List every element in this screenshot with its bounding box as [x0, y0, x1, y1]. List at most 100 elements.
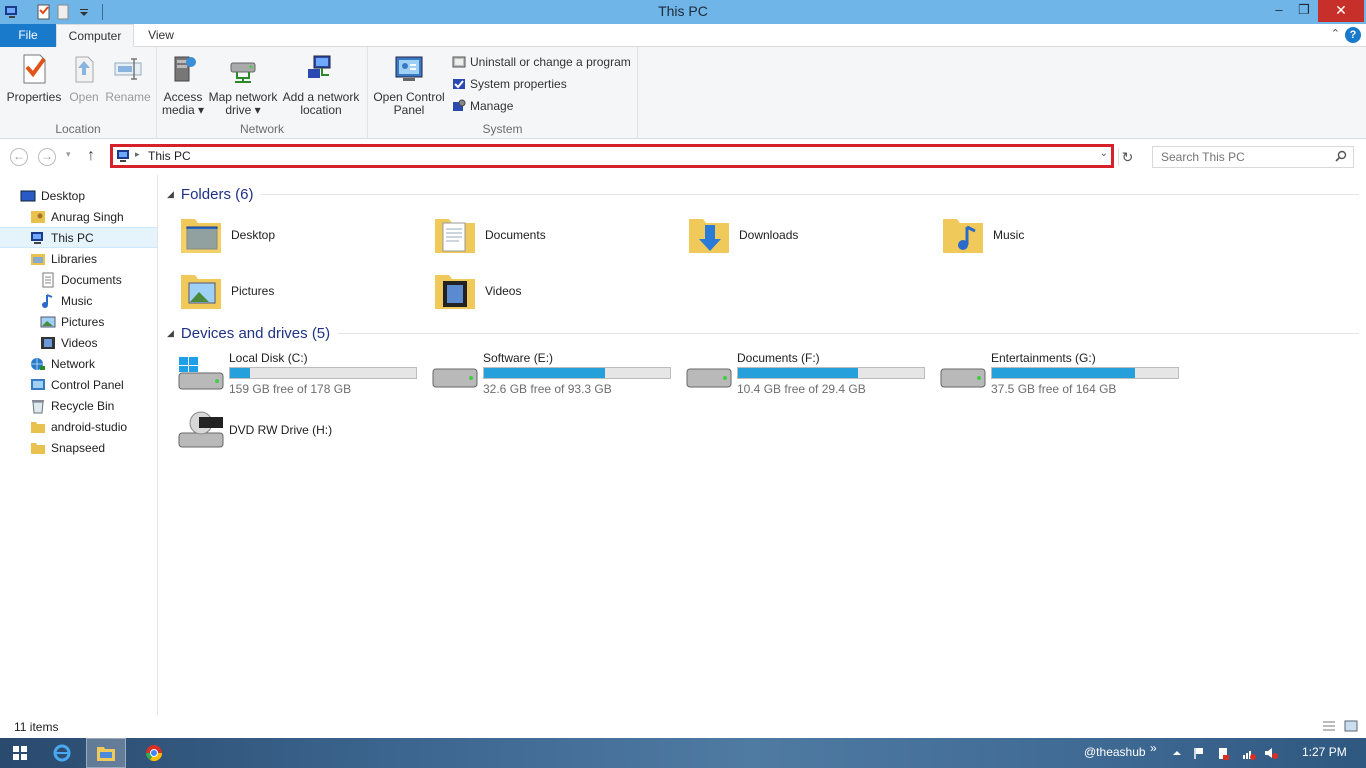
- desktop-icon: [20, 190, 36, 201]
- up-button[interactable]: ↑: [87, 147, 103, 165]
- rename-icon: [114, 58, 142, 80]
- open-control-panel-button[interactable]: Open Control Panel: [372, 53, 446, 117]
- refresh-button[interactable]: ↻: [1118, 148, 1136, 166]
- volume-muted-icon[interactable]: [1264, 746, 1278, 760]
- action-center-flag-icon[interactable]: [1192, 746, 1206, 760]
- details-view-icon[interactable]: [1322, 719, 1336, 733]
- control-panel-icon: [31, 378, 45, 390]
- drive-dvd-rw-h[interactable]: DVD RW Drive (H:): [177, 407, 427, 459]
- hard-drive-icon: [432, 368, 478, 388]
- content-area: ◢ Folders (6) Desktop Documents Download…: [159, 175, 1366, 715]
- add-network-location-button[interactable]: Add a network location: [281, 53, 361, 117]
- videos-folder-icon: [435, 275, 475, 309]
- sidebar-item-music[interactable]: Music: [0, 290, 157, 311]
- folder-icon: [31, 421, 45, 433]
- group-label-location: Location: [55, 122, 101, 136]
- sidebar-item-pictures[interactable]: Pictures: [0, 311, 157, 332]
- start-button[interactable]: [0, 738, 40, 768]
- sidebar-item-videos[interactable]: Videos: [0, 332, 157, 353]
- breadcrumb-this-pc[interactable]: This PC: [148, 149, 191, 163]
- tab-view[interactable]: View: [136, 24, 186, 47]
- music-folder-icon: [943, 219, 983, 253]
- sidebar-item-network[interactable]: Network: [0, 353, 157, 374]
- open-button[interactable]: Open: [64, 53, 104, 104]
- folder-music[interactable]: Music: [939, 209, 1179, 261]
- sidebar-item-libraries[interactable]: Libraries: [0, 248, 157, 269]
- forward-button[interactable]: →: [38, 148, 56, 166]
- section-header-devices[interactable]: ◢ Devices and drives (5): [167, 323, 1359, 343]
- folder-videos[interactable]: Videos: [431, 265, 671, 317]
- drive-usage-bar: [737, 367, 925, 379]
- help-icon[interactable]: ?: [1345, 27, 1361, 43]
- recent-locations-button[interactable]: ▾: [66, 149, 71, 160]
- section-header-folders[interactable]: ◢ Folders (6): [167, 184, 1359, 204]
- breadcrumb-separator-icon[interactable]: ▸: [135, 149, 140, 160]
- map-network-drive-button[interactable]: Map network drive ▾: [207, 53, 279, 117]
- sidebar-item-control-panel[interactable]: Control Panel: [0, 374, 157, 395]
- search-input[interactable]: [1153, 147, 1323, 167]
- tab-computer[interactable]: Computer: [56, 24, 134, 47]
- folder-downloads[interactable]: Downloads: [685, 209, 925, 261]
- drive-local-disk-c[interactable]: Local Disk (C:) 159 GB free of 178 GB: [177, 351, 427, 403]
- sidebar-item-documents[interactable]: Documents: [0, 269, 157, 290]
- large-icons-view-icon[interactable]: [1344, 719, 1358, 733]
- drive-documents-f[interactable]: Documents (F:) 10.4 GB free of 29.4 GB: [685, 351, 935, 403]
- libraries-icon: [31, 253, 45, 265]
- windows-drive-icon: [178, 357, 224, 390]
- uninstall-program-button[interactable]: Uninstall or change a program: [452, 53, 631, 71]
- close-button[interactable]: ✕: [1318, 0, 1364, 22]
- tab-file[interactable]: File: [0, 24, 56, 47]
- system-properties-button[interactable]: System properties: [452, 75, 567, 93]
- address-dropdown-icon[interactable]: ⌄: [1100, 148, 1108, 159]
- collapse-icon[interactable]: ◢: [167, 328, 174, 339]
- properties-button[interactable]: Properties: [6, 53, 62, 104]
- drive-software-e[interactable]: Software (E:) 32.6 GB free of 93.3 GB: [431, 351, 681, 403]
- computer-icon: [117, 150, 129, 162]
- documents-folder-icon: [435, 219, 475, 253]
- open-icon: [75, 56, 94, 83]
- folder-desktop[interactable]: Desktop: [177, 209, 417, 261]
- manage-button[interactable]: Manage: [452, 97, 513, 115]
- drive-entertainments-g[interactable]: Entertainments (G:) 37.5 GB free of 164 …: [939, 351, 1189, 403]
- tray-more[interactable]: »: [1150, 741, 1157, 755]
- drive-usage-bar: [229, 367, 417, 379]
- downloads-folder-icon: [689, 219, 729, 253]
- sidebar-item-this-pc[interactable]: This PC: [0, 227, 157, 248]
- network-icon: [31, 357, 45, 370]
- network-status-icon[interactable]: [1242, 746, 1256, 760]
- collapse-icon[interactable]: ◢: [167, 189, 174, 200]
- system-properties-icon: [453, 79, 465, 89]
- folder-pictures[interactable]: Pictures: [177, 265, 417, 317]
- ribbon: Properties Open Rename Location Access m…: [0, 47, 1366, 139]
- sidebar-item-anurag-singh[interactable]: Anurag Singh: [0, 206, 157, 227]
- search-box[interactable]: [1152, 146, 1354, 168]
- drive-usage-bar: [483, 367, 671, 379]
- power-icon[interactable]: [1216, 746, 1230, 760]
- back-button[interactable]: ←: [10, 148, 28, 166]
- music-icon: [42, 293, 53, 308]
- ribbon-group-location: Properties Open Rename Location: [0, 47, 157, 139]
- taskbar: @theashub » 1:27 PM: [0, 738, 1366, 768]
- pictures-folder-icon: [181, 275, 221, 309]
- minimize-ribbon-icon[interactable]: ⌃: [1331, 27, 1340, 40]
- sidebar-item-desktop[interactable]: Desktop: [0, 185, 157, 206]
- recycle-bin-icon: [32, 399, 44, 413]
- taskbar-file-explorer[interactable]: [86, 738, 126, 768]
- sidebar-item-recycle-bin[interactable]: Recycle Bin: [0, 395, 157, 416]
- access-media-button[interactable]: Access media ▾: [161, 53, 205, 117]
- address-bar[interactable]: ▸ This PC ⌄: [110, 144, 1114, 168]
- search-icon[interactable]: [1335, 150, 1347, 162]
- taskbar-internet-explorer[interactable]: [42, 738, 82, 768]
- restore-button[interactable]: ❐: [1289, 0, 1319, 22]
- rename-button[interactable]: Rename: [104, 53, 152, 104]
- folder-icon: [31, 442, 45, 454]
- folder-documents[interactable]: Documents: [431, 209, 671, 261]
- sidebar-item-snapseed[interactable]: Snapseed: [0, 437, 157, 458]
- sidebar-item-android-studio[interactable]: android-studio: [0, 416, 157, 437]
- show-hidden-icons-icon[interactable]: [1170, 746, 1184, 760]
- hard-drive-icon: [940, 368, 986, 388]
- title-bar: This PC – ❐ ✕: [0, 0, 1366, 24]
- desktop-folder-icon: [181, 219, 221, 253]
- taskbar-chrome[interactable]: [134, 738, 174, 768]
- clock[interactable]: 1:27 PM: [1302, 745, 1347, 759]
